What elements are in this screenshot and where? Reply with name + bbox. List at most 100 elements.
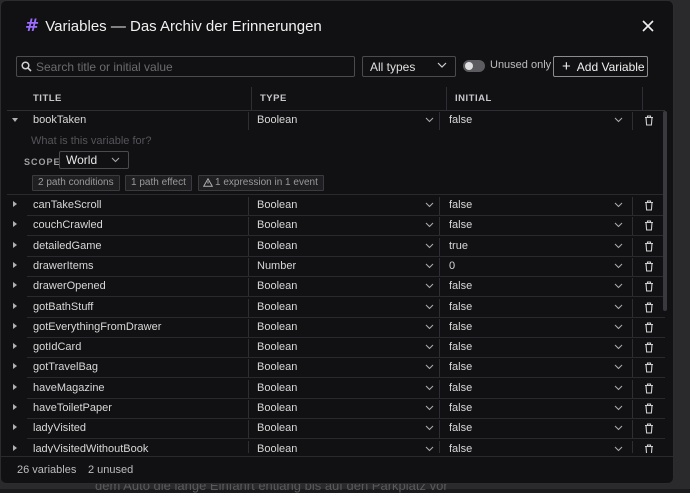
caret-right-icon[interactable] bbox=[13, 282, 17, 288]
row-type[interactable]: Boolean bbox=[257, 358, 297, 377]
trash-icon[interactable] bbox=[644, 241, 654, 252]
chevron-down-icon[interactable] bbox=[425, 243, 434, 249]
trash-icon[interactable] bbox=[644, 261, 654, 272]
row-title[interactable]: gotBathStuff bbox=[33, 298, 93, 317]
unused-only-toggle[interactable] bbox=[463, 60, 485, 72]
chevron-down-icon[interactable] bbox=[425, 222, 434, 228]
trash-icon[interactable] bbox=[644, 281, 654, 292]
trash-icon[interactable] bbox=[644, 423, 654, 434]
close-button[interactable] bbox=[637, 15, 659, 37]
row-title[interactable]: detailedGame bbox=[33, 237, 102, 256]
chevron-down-icon[interactable] bbox=[614, 324, 623, 330]
caret-right-icon[interactable] bbox=[13, 445, 17, 451]
chevron-down-icon[interactable] bbox=[425, 425, 434, 431]
row-initial[interactable]: false bbox=[449, 277, 472, 296]
chevron-down-icon[interactable] bbox=[614, 202, 623, 208]
table-row[interactable]: detailedGame Boolean true bbox=[7, 237, 665, 257]
chevron-down-icon[interactable] bbox=[425, 263, 434, 269]
trash-icon[interactable] bbox=[644, 342, 654, 353]
trash-icon[interactable] bbox=[644, 444, 654, 453]
row-title[interactable]: ladyVisited bbox=[33, 419, 86, 438]
table-row[interactable]: drawerOpened Boolean false bbox=[7, 277, 665, 297]
table-row-expanded[interactable]: bookTaken Boolean false bbox=[7, 111, 665, 131]
caret-right-icon[interactable] bbox=[13, 242, 17, 248]
chevron-down-icon[interactable] bbox=[425, 304, 434, 310]
caret-right-icon[interactable] bbox=[13, 363, 17, 369]
caret-right-icon[interactable] bbox=[13, 303, 17, 309]
row-initial[interactable]: false bbox=[449, 399, 472, 418]
chevron-down-icon[interactable] bbox=[614, 222, 623, 228]
row-type[interactable]: Boolean bbox=[257, 379, 297, 398]
chevron-down-icon[interactable] bbox=[614, 304, 623, 310]
chevron-down-icon[interactable] bbox=[425, 324, 434, 330]
row-initial[interactable]: false bbox=[449, 358, 472, 377]
caret-right-icon[interactable] bbox=[13, 343, 17, 349]
trash-icon[interactable] bbox=[644, 115, 654, 126]
row-initial[interactable]: true bbox=[449, 237, 468, 256]
caret-right-icon[interactable] bbox=[13, 424, 17, 430]
row-initial[interactable]: false bbox=[449, 379, 472, 398]
row-type[interactable]: Boolean bbox=[257, 196, 297, 215]
trash-icon[interactable] bbox=[644, 220, 654, 231]
chevron-down-icon[interactable] bbox=[425, 385, 434, 391]
row-type[interactable]: Boolean bbox=[257, 318, 297, 337]
chip-path-effect[interactable]: 1 path effect bbox=[125, 175, 192, 191]
trash-icon[interactable] bbox=[644, 403, 654, 414]
row-type[interactable]: Boolean bbox=[257, 111, 297, 130]
chevron-down-icon[interactable] bbox=[425, 202, 434, 208]
row-title[interactable]: gotIdCard bbox=[33, 338, 81, 357]
chevron-down-icon[interactable] bbox=[614, 283, 623, 289]
table-row[interactable]: haveMagazine Boolean false bbox=[7, 379, 665, 399]
row-initial[interactable]: false bbox=[449, 440, 472, 453]
search-box[interactable] bbox=[16, 56, 355, 77]
row-type[interactable]: Boolean bbox=[257, 399, 297, 418]
table-row[interactable]: ladyVisitedWithoutBook Boolean false bbox=[7, 440, 665, 453]
chevron-down-icon[interactable] bbox=[425, 364, 434, 370]
caret-right-icon[interactable] bbox=[13, 201, 17, 207]
chevron-down-icon[interactable] bbox=[614, 344, 623, 350]
row-initial[interactable]: false bbox=[449, 318, 472, 337]
chevron-down-icon[interactable] bbox=[425, 405, 434, 411]
caret-right-icon[interactable] bbox=[13, 404, 17, 410]
chevron-down-icon[interactable] bbox=[614, 425, 623, 431]
row-type[interactable]: Number bbox=[257, 257, 296, 276]
row-type[interactable]: Boolean bbox=[257, 419, 297, 438]
trash-icon[interactable] bbox=[644, 302, 654, 313]
table-row[interactable]: couchCrawled Boolean false bbox=[7, 216, 665, 236]
row-title[interactable]: drawerItems bbox=[33, 257, 94, 276]
table-row[interactable]: ladyVisited Boolean false bbox=[7, 419, 665, 439]
type-filter-select[interactable]: All types bbox=[362, 56, 456, 77]
table-row[interactable]: canTakeScroll Boolean false bbox=[7, 196, 665, 216]
trash-icon[interactable] bbox=[644, 362, 654, 373]
chevron-down-icon[interactable] bbox=[614, 263, 623, 269]
row-type[interactable]: Boolean bbox=[257, 298, 297, 317]
row-title[interactable]: haveMagazine bbox=[33, 379, 105, 398]
chevron-down-icon[interactable] bbox=[614, 405, 623, 411]
table-row[interactable]: gotBathStuff Boolean false bbox=[7, 298, 665, 318]
row-title[interactable]: canTakeScroll bbox=[33, 196, 101, 215]
description-input[interactable]: What is this variable for? bbox=[31, 135, 151, 147]
header-initial[interactable]: INITIAL bbox=[455, 87, 492, 111]
row-initial[interactable]: false bbox=[449, 196, 472, 215]
row-initial[interactable]: false bbox=[449, 338, 472, 357]
table-row[interactable]: haveToiletPaper Boolean false bbox=[7, 399, 665, 419]
row-type[interactable]: Boolean bbox=[257, 338, 297, 357]
row-initial[interactable]: false bbox=[449, 419, 472, 438]
search-input[interactable] bbox=[36, 59, 346, 74]
table-row[interactable]: gotEverythingFromDrawer Boolean false bbox=[7, 318, 665, 338]
row-initial[interactable]: false bbox=[449, 216, 472, 235]
chevron-down-icon[interactable] bbox=[614, 385, 623, 391]
row-title[interactable]: couchCrawled bbox=[33, 216, 103, 235]
chevron-down-icon[interactable] bbox=[425, 446, 434, 452]
header-type[interactable]: TYPE bbox=[260, 87, 287, 111]
chevron-down-icon[interactable] bbox=[614, 117, 623, 123]
caret-down-icon[interactable] bbox=[12, 118, 18, 122]
row-type[interactable]: Boolean bbox=[257, 440, 297, 453]
add-variable-button[interactable]: + Add Variable bbox=[553, 56, 648, 77]
row-initial[interactable]: 0 bbox=[449, 257, 455, 276]
row-initial[interactable]: false bbox=[449, 298, 472, 317]
scope-select[interactable]: World bbox=[59, 151, 129, 169]
caret-right-icon[interactable] bbox=[13, 221, 17, 227]
caret-right-icon[interactable] bbox=[13, 262, 17, 268]
scrollbar[interactable] bbox=[663, 111, 667, 311]
